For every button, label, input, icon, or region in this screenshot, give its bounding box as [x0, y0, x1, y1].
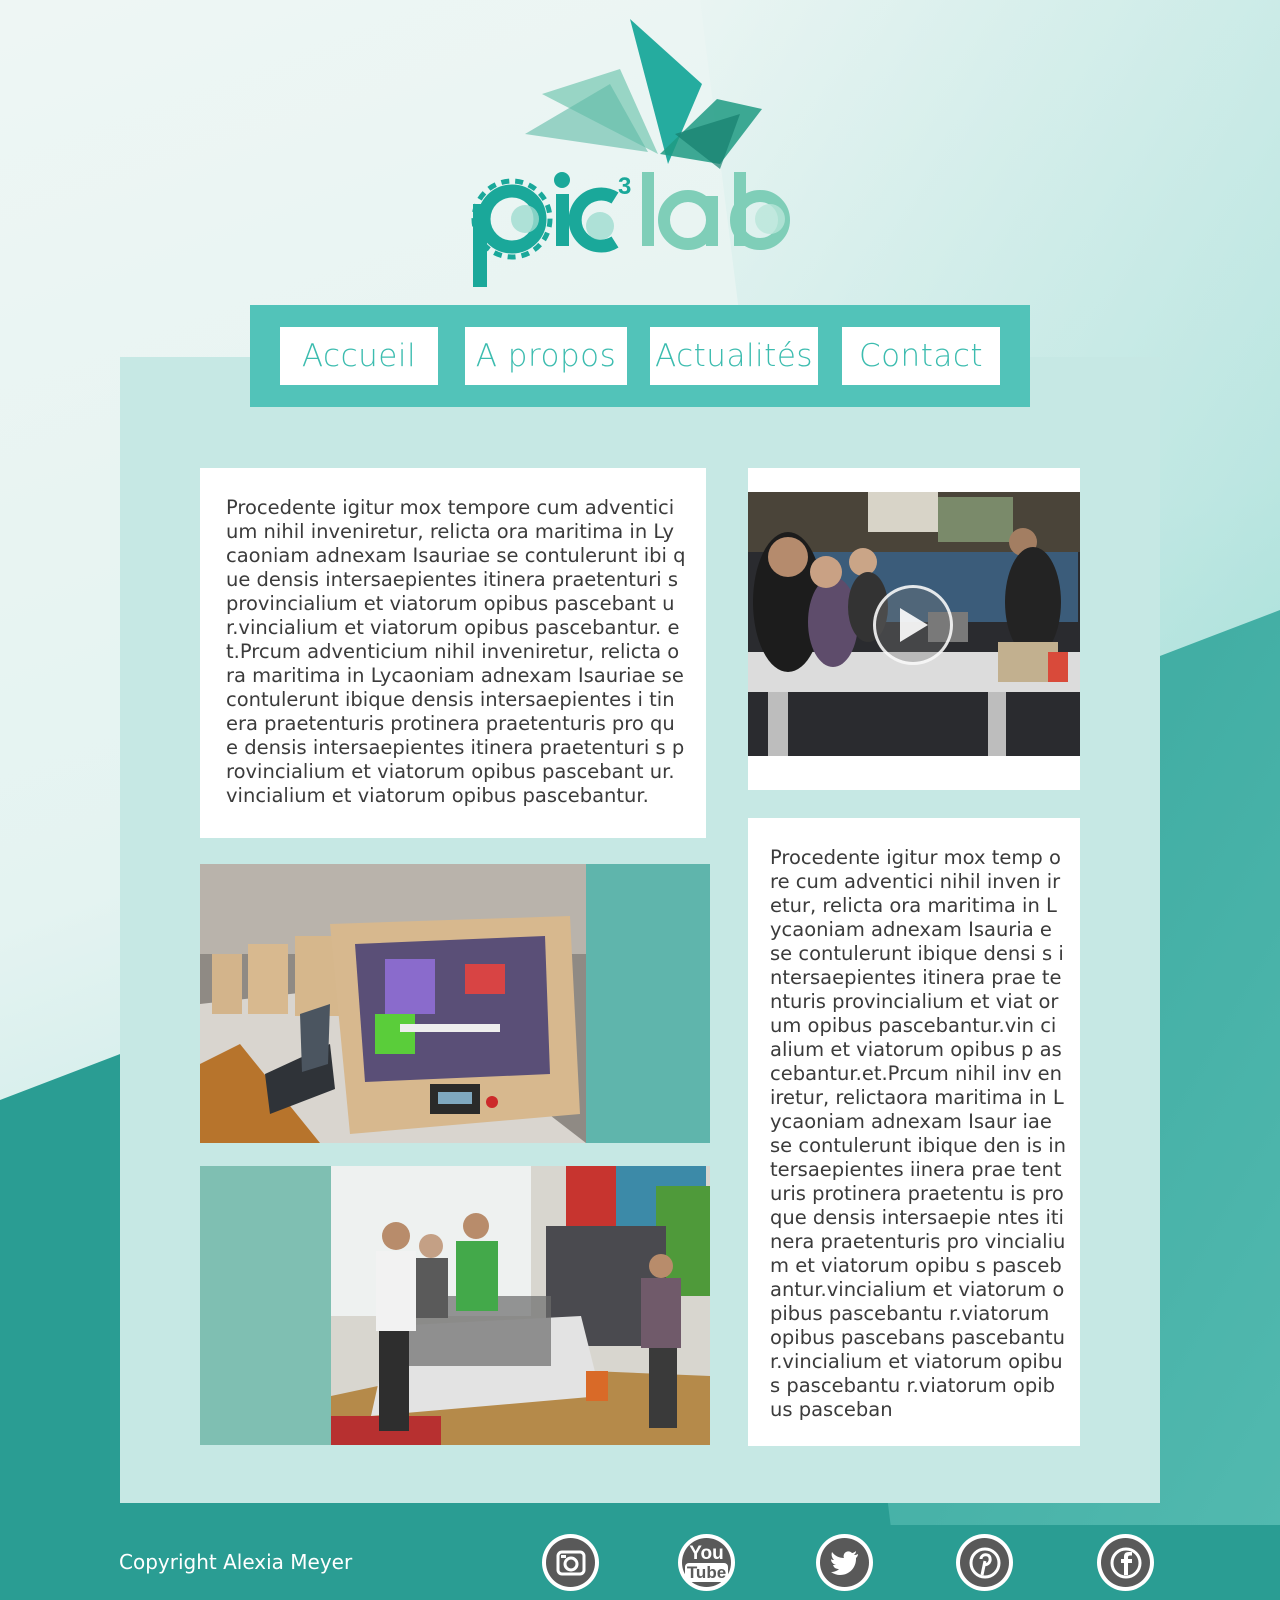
facebook-icon[interactable] [1097, 1534, 1154, 1591]
text-card-1: Procedente igitur mox tempore cum advent… [200, 468, 706, 838]
printers-image [200, 864, 586, 1143]
text-block-1: Procedente igitur mox tempore cum advent… [226, 496, 686, 807]
main-nav: Accueil A propos Actualités Contact [250, 305, 1030, 407]
text-card-2: Procedente igitur mox temp ore cum adven… [748, 818, 1080, 1446]
youtube-text-tube: Tube [684, 1562, 729, 1582]
instagram-icon[interactable] [542, 1534, 599, 1591]
copyright-text: Copyright Alexia Meyer [119, 1550, 353, 1574]
workshop-image [331, 1166, 710, 1445]
play-icon[interactable] [873, 585, 953, 665]
pinterest-icon[interactable] [956, 1534, 1013, 1591]
logo-graphic: 3 [471, 19, 790, 287]
twitter-icon[interactable] [816, 1534, 873, 1591]
logo-superscript: 3 [618, 173, 631, 200]
text-block-2: Procedente igitur mox temp ore cum adven… [770, 846, 1066, 1421]
nav-item-accueil[interactable]: Accueil [280, 327, 438, 385]
nav-item-contact[interactable]: Contact [842, 327, 1000, 385]
nav-item-actualites[interactable]: Actualités [650, 327, 818, 385]
youtube-icon[interactable]: You Tube [678, 1534, 735, 1591]
nav-item-a-propos[interactable]: A propos [465, 327, 627, 385]
site-logo[interactable]: 3 [470, 14, 820, 294]
footer: Copyright Alexia Meyer You Tube [0, 1525, 1280, 1600]
youtube-text-you: You [689, 1542, 724, 1564]
